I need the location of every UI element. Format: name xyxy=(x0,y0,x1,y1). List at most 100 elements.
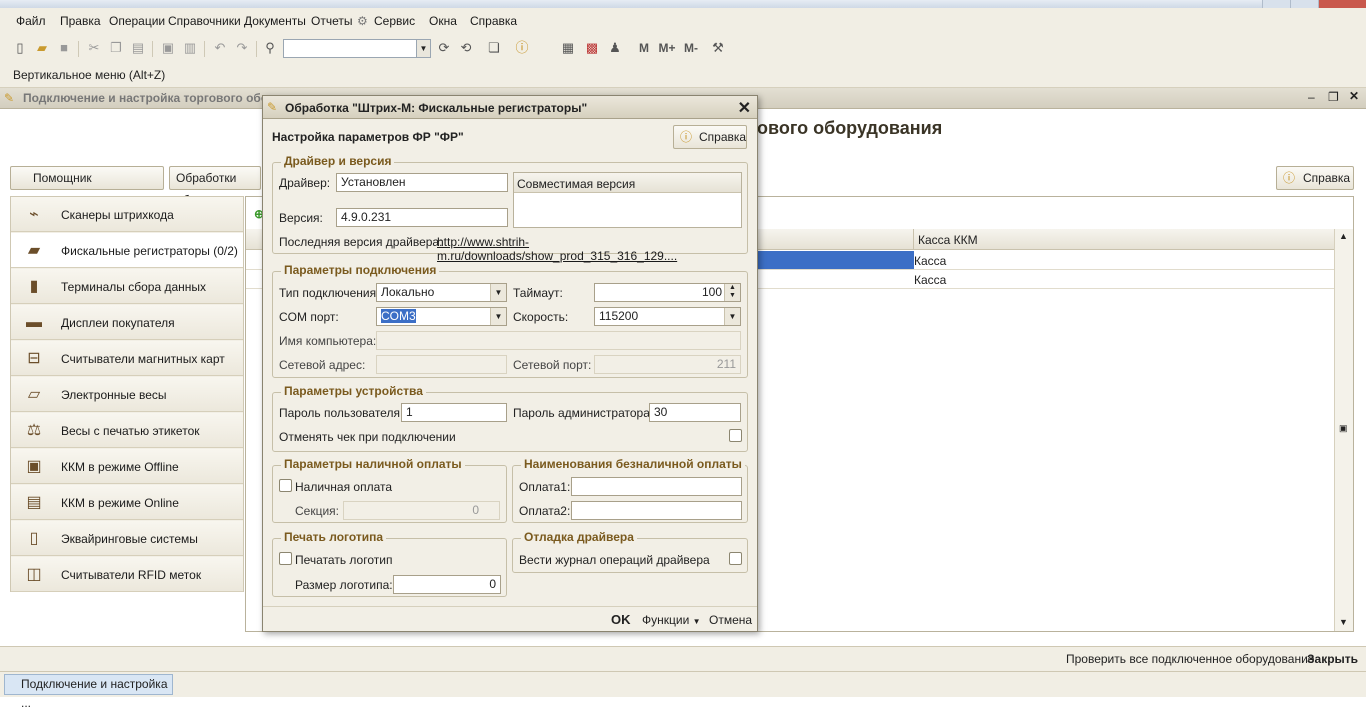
driver-log-checkbox[interactable] xyxy=(729,552,742,565)
maximize-button[interactable] xyxy=(1290,0,1318,8)
column-header-kkm[interactable]: Касса ККМ xyxy=(918,233,978,247)
memory-minus-icon[interactable]: M- xyxy=(680,40,702,56)
menu-catalogs[interactable]: Справочники xyxy=(168,14,241,28)
minimize-button[interactable] xyxy=(1262,0,1290,8)
speed-select[interactable]: 115200 ▼ xyxy=(594,307,741,326)
undo-icon[interactable]: ↶ xyxy=(212,40,228,56)
com-port-select[interactable]: COM3 ▼ xyxy=(376,307,507,326)
list-item[interactable]: ▣ ККМ в режиме Offline xyxy=(11,449,243,484)
network-address-field xyxy=(376,355,507,374)
computer-name-field xyxy=(376,331,741,350)
list-item[interactable]: ◫ Считыватели RFID меток xyxy=(11,557,243,592)
print-icon[interactable]: ▣ xyxy=(160,40,176,56)
cash-pay-checkbox[interactable] xyxy=(279,479,292,492)
close-icon[interactable]: ✕ xyxy=(738,98,751,118)
taskbar-item[interactable]: Подключение и настройка ... xyxy=(4,674,173,710)
list-item[interactable]: ⏥ Электронные весы xyxy=(11,377,243,412)
menu-operations[interactable]: Операции xyxy=(109,14,165,28)
card-reader-icon: ⊟ xyxy=(27,350,41,367)
find-prev-icon[interactable]: ⟲ xyxy=(458,40,474,56)
calendar-icon[interactable]: ▩ xyxy=(584,40,600,56)
settings-icon[interactable]: ⚒ xyxy=(710,40,726,56)
calculator-icon[interactable]: ▦ xyxy=(560,40,576,56)
doc-close-icon[interactable]: ✕ xyxy=(1349,89,1359,103)
document-icon: ✎ xyxy=(4,91,15,105)
new-document-icon[interactable]: ▯ xyxy=(12,40,28,56)
vertical-menu-bar: Вертикальное меню (Alt+Z) xyxy=(0,63,1366,88)
vertical-menu-toggle[interactable]: Вертикальное меню (Alt+Z) xyxy=(13,68,165,82)
help-icon: ⓘ xyxy=(1283,171,1296,185)
memory-icon[interactable]: M xyxy=(636,40,652,56)
menu-reports[interactable]: Отчеты xyxy=(311,14,352,28)
scroll-up-icon[interactable]: ▲ xyxy=(1339,231,1348,241)
info-icon[interactable]: ⓘ xyxy=(514,40,530,56)
list-item[interactable]: ▤ ККМ в режиме Online xyxy=(11,485,243,520)
users-icon[interactable]: ♟ xyxy=(607,40,623,56)
user-password-field[interactable]: 1 xyxy=(401,403,507,422)
driver-download-link[interactable]: http://www.shtrih-m.ru/downloads/show_pr… xyxy=(437,235,747,263)
window-titlebar xyxy=(0,0,1366,8)
list-item[interactable]: ▰ Фискальные регистраторы (0/2) xyxy=(11,233,243,268)
chevron-down-icon[interactable]: ▼ xyxy=(490,284,506,301)
chevron-down-icon[interactable]: ▼ xyxy=(490,308,506,325)
payment1-field[interactable] xyxy=(571,477,742,496)
menu-documents[interactable]: Документы xyxy=(244,14,306,28)
print-logo-checkbox[interactable] xyxy=(279,552,292,565)
search-dropdown-icon[interactable]: ▼ xyxy=(416,39,431,58)
label-scales-icon: ⚖ xyxy=(26,422,42,439)
save-icon[interactable]: ■ xyxy=(56,40,72,56)
scales-icon: ⏥ xyxy=(27,386,41,403)
menu-help[interactable]: Справка xyxy=(470,14,517,28)
toolbar-separator xyxy=(204,41,205,57)
list-item[interactable]: ▯ Эквайринговые системы xyxy=(11,521,243,556)
status-bar: Проверить все подключенное оборудование … xyxy=(0,646,1366,671)
windows-icon[interactable]: ❏ xyxy=(486,40,502,56)
list-item[interactable]: ▬ Дисплеи покупателя xyxy=(11,305,243,340)
ok-button[interactable]: OK xyxy=(611,612,631,627)
assistant-button[interactable]: Помощник подключения xyxy=(10,166,164,207)
check-all-button[interactable]: Проверить все подключенное оборудование xyxy=(1066,652,1314,666)
list-item[interactable]: ⌁ Сканеры штрихкода xyxy=(11,197,243,232)
cancel-button[interactable]: Отмена xyxy=(709,613,752,627)
menu-edit[interactable]: Правка xyxy=(60,14,101,28)
close-window-button[interactable] xyxy=(1318,0,1366,8)
open-folder-icon[interactable]: ▰ xyxy=(34,40,50,56)
dialog-help-button[interactable]: ⓘ Справка xyxy=(673,125,747,149)
cut-icon[interactable]: ✂ xyxy=(86,40,102,56)
menu-file[interactable]: Файл xyxy=(16,14,46,28)
menu-windows[interactable]: Окна xyxy=(429,14,457,28)
table-scrollbar[interactable]: ▲ ▣ ▼ xyxy=(1334,229,1353,631)
list-item[interactable]: ⊟ Считыватели магнитных карт xyxy=(11,341,243,376)
processing-button[interactable]: Обработки обслу xyxy=(169,166,261,207)
find-next-icon[interactable]: ⟳ xyxy=(436,40,452,56)
window-taskbar: Подключение и настройка ... xyxy=(0,671,1366,710)
payment2-field[interactable] xyxy=(571,501,742,520)
list-item[interactable]: ⚖ Весы с печатью этикеток xyxy=(11,413,243,448)
print-preview-icon[interactable]: ▥ xyxy=(182,40,198,56)
list-item[interactable]: ▮ Терминалы сбора данных xyxy=(11,269,243,304)
network-port-field: 211 xyxy=(594,355,741,374)
close-button[interactable]: Закрыть xyxy=(1307,652,1358,666)
menu-service[interactable]: Сервис xyxy=(374,14,415,28)
doc-minimize-icon[interactable]: – xyxy=(1308,90,1315,104)
scroll-thumb[interactable]: ▣ xyxy=(1339,423,1348,434)
doc-restore-icon[interactable]: ❐ xyxy=(1328,90,1339,104)
search-input[interactable] xyxy=(283,39,431,58)
dialog-footer: OK Функции ▼ Отмена xyxy=(263,606,757,631)
admin-password-field[interactable]: 30 xyxy=(649,403,741,422)
copy-icon[interactable]: ❐ xyxy=(108,40,124,56)
connection-type-select[interactable]: Локально ▼ xyxy=(376,283,507,302)
equipment-type-list: ⌁ Сканеры штрихкода ▰ Фискальные регистрат… xyxy=(10,196,244,592)
help-button[interactable]: ⓘ Справка xyxy=(1276,166,1354,190)
cancel-check-checkbox[interactable] xyxy=(729,429,742,442)
logo-size-field[interactable]: 0 xyxy=(393,575,501,594)
functions-button[interactable]: Функции ▼ xyxy=(642,613,701,627)
stepper-icon[interactable]: ▲ ▼ xyxy=(724,284,740,301)
memory-plus-icon[interactable]: M+ xyxy=(656,40,678,56)
paste-icon[interactable]: ▤ xyxy=(130,40,146,56)
timeout-stepper[interactable]: 100 ▲ ▼ xyxy=(594,283,741,302)
scroll-down-icon[interactable]: ▼ xyxy=(1339,617,1348,627)
search-icon[interactable]: ⚲ xyxy=(262,40,278,56)
chevron-down-icon[interactable]: ▼ xyxy=(724,308,740,325)
redo-icon[interactable]: ↷ xyxy=(234,40,250,56)
